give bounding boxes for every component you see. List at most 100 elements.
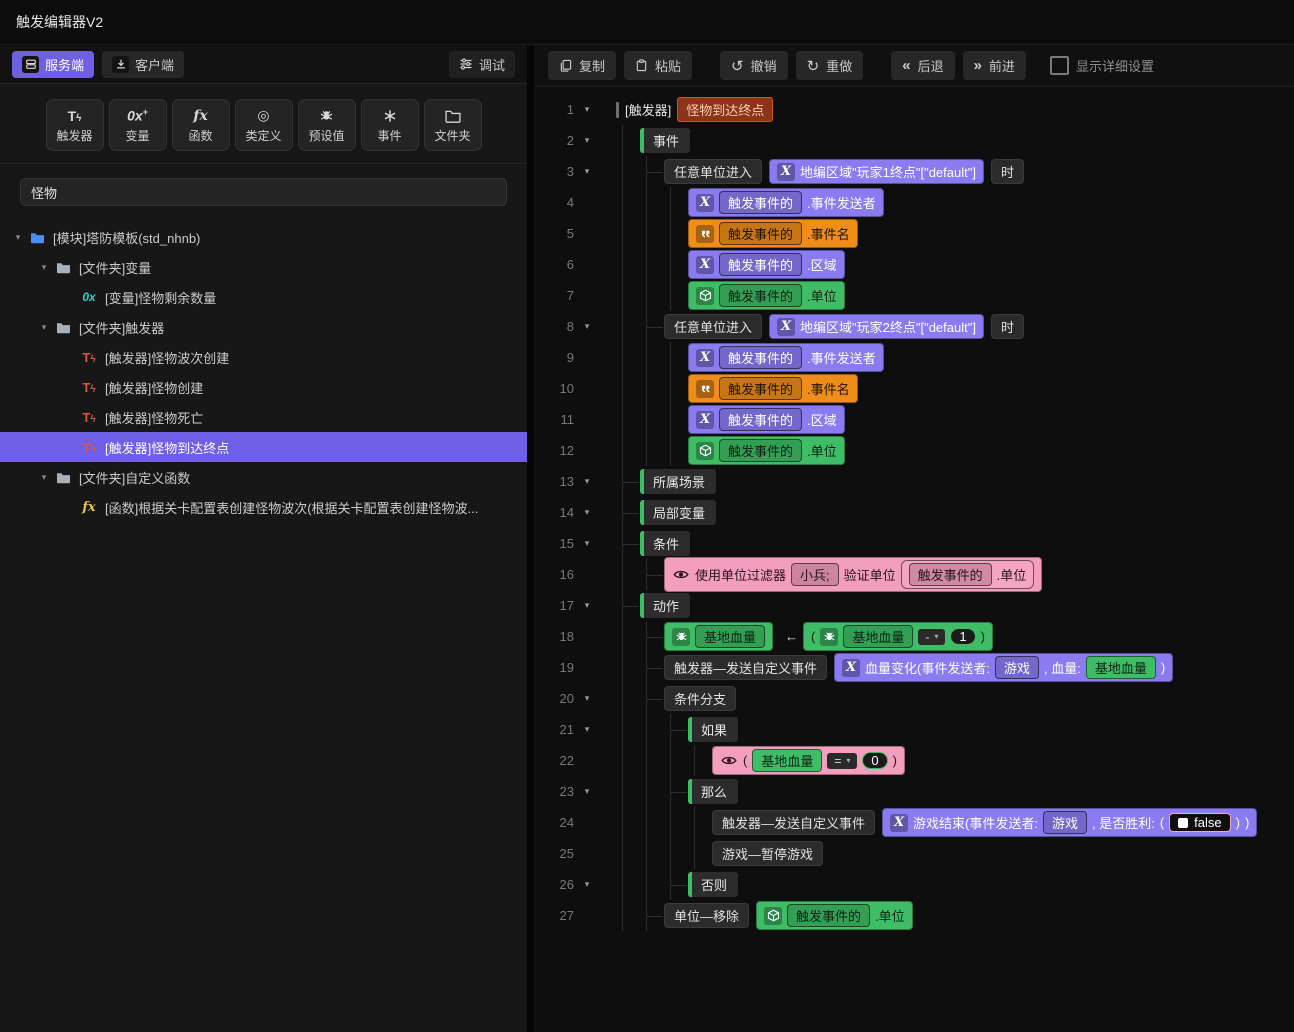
ref-pill[interactable]: 触发事件的 [719,439,803,462]
operator-dropdown[interactable]: = ▾ [827,752,858,769]
variable-pill[interactable]: 基地血量 [752,749,823,772]
redo-button[interactable]: ↻ 重做 [795,51,864,80]
tree-item[interactable]: fx [函数]根据关卡配置表创建怪物波次(根据关卡配置表创建怪物波... [0,492,527,522]
ref-pill[interactable]: 基地血量 [695,625,766,648]
number-pill[interactable]: 1 [950,628,976,645]
collapse-caret-icon[interactable]: ▾ [574,693,600,704]
ref-pill[interactable]: 触发事件的 [719,253,803,276]
param-block[interactable]: X 触发事件的 .区域 [688,405,845,434]
tree-item[interactable]: ▾ [文件夹]触发器 [0,312,527,342]
event-type-pill[interactable]: 任意单位进入 [664,314,763,339]
collapse-caret-icon[interactable]: ▾ [574,507,600,518]
tree-item-selected[interactable]: Tϟ [触发器]怪物到达终点 [0,432,527,462]
ref-pill[interactable]: 触发事件的 [908,563,992,586]
action-pill[interactable]: 触发器—发送自定义事件 [712,810,876,835]
expander-caret-icon[interactable]: ▾ [36,322,52,333]
param-block[interactable]: 触发事件的 .单位 [688,281,845,310]
collapse-caret-icon[interactable]: ▾ [574,166,600,177]
expander-caret-icon[interactable]: ▾ [36,262,52,273]
param-block[interactable]: 触发事件的 .事件名 [688,374,858,403]
tree-item[interactable]: ▾ [文件夹]自定义函数 [0,462,527,492]
number-pill[interactable]: 0 [862,752,888,769]
create-folder-button[interactable]: 文件夹 [423,99,482,151]
tree-item[interactable]: 0x [变量]怪物剩余数量 [0,282,527,312]
ref-pill[interactable]: 触发事件的 [719,284,803,307]
tree-item[interactable]: Tϟ [触发器]怪物创建 [0,372,527,402]
category-else[interactable]: 否则 [688,872,739,897]
condition-block[interactable]: (基地血量 = ▾ 0) [712,746,905,775]
param-block[interactable]: X 触发事件的 .事件发送者 [688,188,884,217]
paste-button[interactable]: 粘贴 [624,51,693,80]
tab-server[interactable]: 服务端 [12,50,95,78]
ref-pill[interactable]: 基地血量 [843,625,914,648]
category-then[interactable]: 那么 [688,779,739,804]
undo-button[interactable]: ↺ 撤销 [720,51,788,80]
ref-pill[interactable]: 触发事件的 [719,222,803,245]
search-input[interactable] [20,178,507,206]
expander-caret-icon[interactable]: ▾ [36,472,52,483]
tab-client[interactable]: 客户端 [102,50,185,78]
operator-dropdown[interactable]: - ▾ [918,628,946,645]
ref-pill[interactable]: 触发事件的 [719,377,803,400]
event-suffix-pill[interactable]: 时 [990,159,1024,184]
ref-pill[interactable]: 游戏 [994,656,1039,679]
create-variable-button[interactable]: 0x+ 变量 [108,99,167,151]
ref-pill[interactable]: 触发事件的 [787,904,871,927]
tree-item[interactable]: ▾ [文件夹]变量 [0,252,527,282]
collapse-caret-icon[interactable]: ▾ [574,786,600,797]
variable-chip[interactable]: 基地血量 [664,622,774,651]
param-block[interactable]: 触发事件的 .事件名 [688,219,858,248]
boolean-pill[interactable]: false [1169,813,1231,832]
collapse-caret-icon[interactable]: ▾ [574,538,600,549]
category-event[interactable]: 事件 [640,128,691,153]
expression-block[interactable]: (基地血量 - ▾ 1) [803,622,993,651]
ref-pill[interactable]: 触发事件的 [719,346,803,369]
debug-button[interactable]: 调试 [448,50,515,78]
category-if[interactable]: 如果 [688,717,739,742]
region-block[interactable]: X 地编区域"玩家2终点"["default"] [769,314,984,339]
forward-button[interactable]: » 前进 [962,51,1026,80]
event-call-block[interactable]: X 游戏结束(事件发送者: 游戏 , 是否胜利: (false)) [882,808,1258,837]
action-pill[interactable]: 游戏—暂停游戏 [712,841,824,866]
ref-pill[interactable]: 小兵; [791,563,839,586]
event-type-pill[interactable]: 任意单位进入 [664,159,763,184]
collapse-caret-icon[interactable]: ▾ [574,600,600,611]
create-class-button[interactable]: ◎ 类定义 [234,99,293,151]
param-block[interactable]: 触发事件的 .单位 [688,436,845,465]
action-pill[interactable]: 触发器—发送自定义事件 [664,655,828,680]
collapse-caret-icon[interactable]: ▾ [574,135,600,146]
condition-block[interactable]: 使用单位过滤器 小兵; 验证单位 触发事件的 .单位 [664,557,1043,592]
collapse-caret-icon[interactable]: ▾ [574,476,600,487]
action-pill[interactable]: 单位—移除 [664,903,750,928]
param-block[interactable]: X 触发事件的 .事件发送者 [688,343,884,372]
tree-item[interactable]: ▾ [模块]塔防模板(std_nhnb) [0,222,527,252]
branch-pill[interactable]: 条件分支 [664,686,737,711]
unit-block[interactable]: 触发事件的 .单位 [756,901,913,930]
collapse-caret-icon[interactable]: ▾ [574,724,600,735]
ref-pill[interactable]: 触发事件的 [719,191,803,214]
unit-group[interactable]: 触发事件的 .单位 [900,560,1035,589]
ref-pill[interactable]: 触发事件的 [719,408,803,431]
expander-caret-icon[interactable]: ▾ [10,232,26,243]
create-event-button[interactable]: 事件 [360,99,419,151]
param-block[interactable]: X 触发事件的 .区域 [688,250,845,279]
collapse-caret-icon[interactable]: ▾ [574,321,600,332]
category-scene[interactable]: 所属场景 [640,469,717,494]
collapse-caret-icon[interactable]: ▾ [574,879,600,890]
ref-pill[interactable]: 游戏 [1042,811,1087,834]
category-conditions[interactable]: 条件 [640,531,691,556]
create-trigger-button[interactable]: Tϟ 触发器 [45,99,104,151]
create-preset-button[interactable]: 预设值 [297,99,356,151]
create-function-button[interactable]: fx 函数 [171,99,230,151]
variable-pill[interactable]: 基地血量 [1085,656,1156,679]
collapse-caret-icon[interactable]: ▾ [574,104,600,115]
event-suffix-pill[interactable]: 时 [990,314,1024,339]
trigger-name[interactable]: 怪物到达终点 [677,97,774,122]
show-details-checkbox[interactable] [1049,56,1069,75]
tree-item[interactable]: Tϟ [触发器]怪物波次创建 [0,342,527,372]
back-button[interactable]: « 后退 [891,51,955,80]
tree-item[interactable]: Tϟ [触发器]怪物死亡 [0,402,527,432]
event-call-block[interactable]: X 血量变化(事件发送者: 游戏 , 血量: 基地血量) [834,653,1174,682]
region-block[interactable]: X 地编区域"玩家1终点"["default"] [769,159,984,184]
copy-button[interactable]: 复制 [548,51,617,80]
